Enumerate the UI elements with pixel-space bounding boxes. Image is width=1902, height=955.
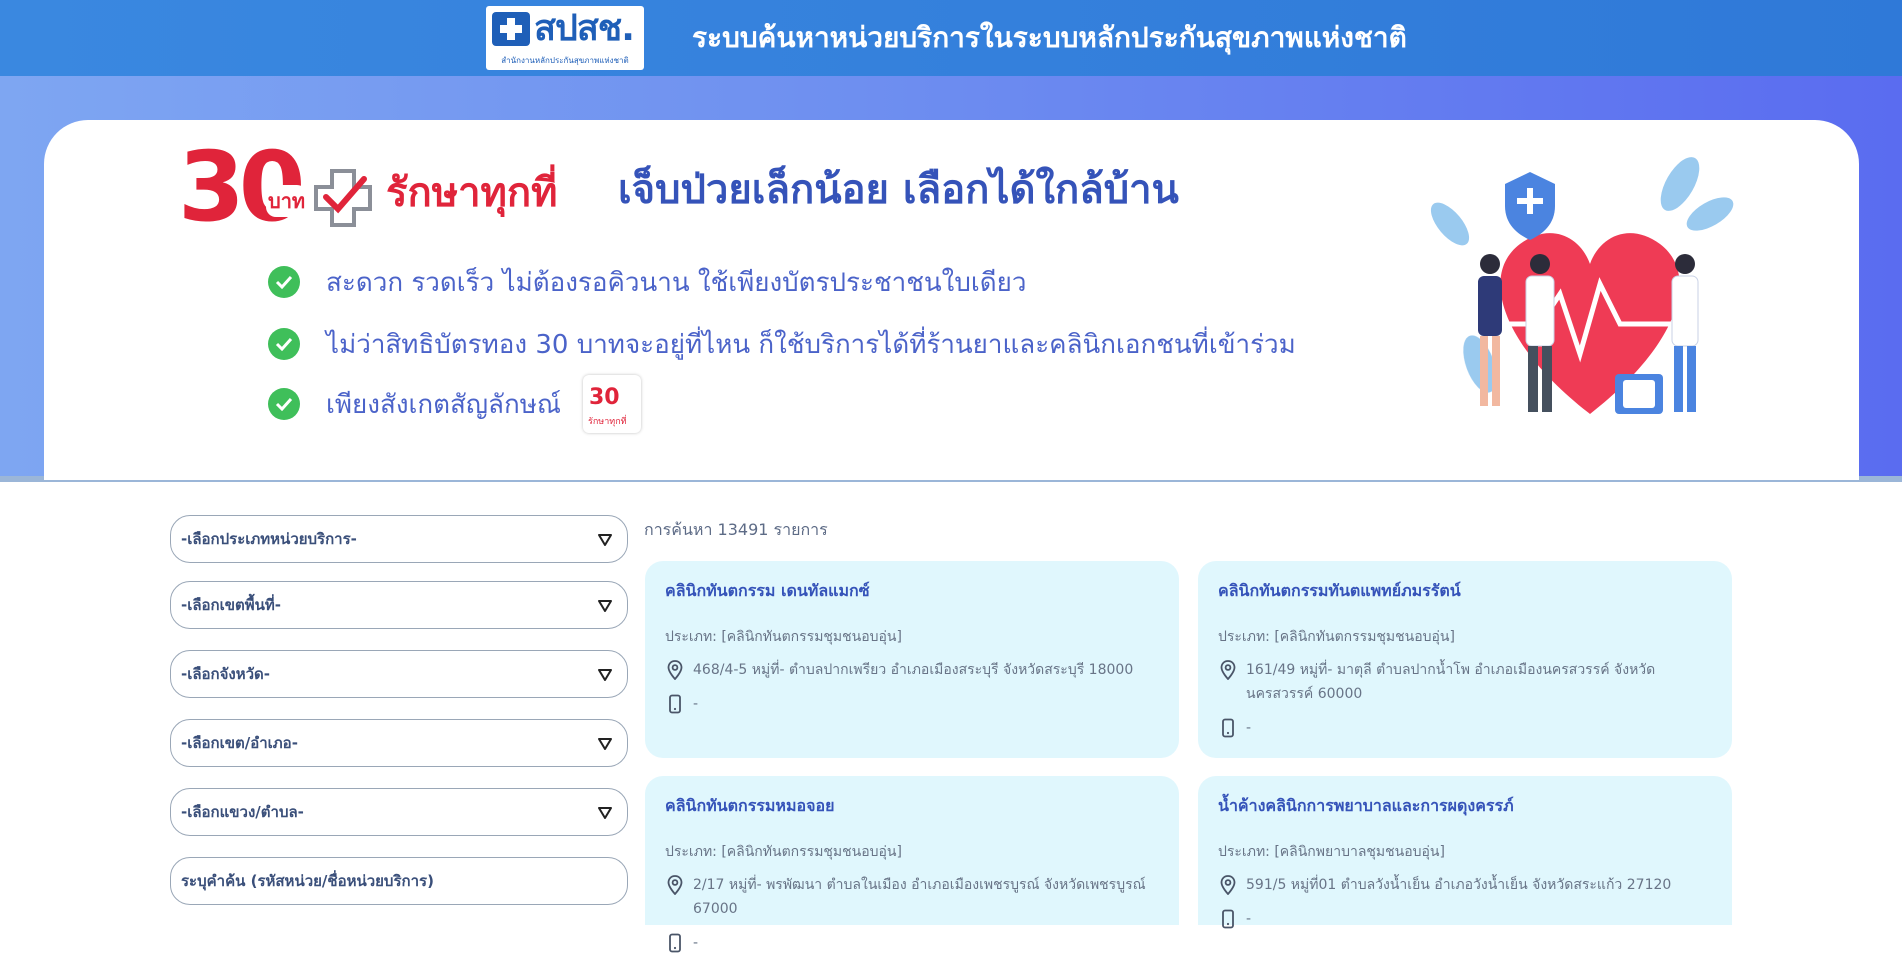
service-unit-type: ประเภท: [คลินิกพยาบาลชุมชนอบอุ่น] <box>1218 844 1445 860</box>
mini-logo-text: รักษาทุกที่ <box>588 417 627 427</box>
search-input[interactable]: ระบุคำค้น (รหัสหน่วย/ชื่อหน่วยบริการ) <box>170 857 628 905</box>
service-type-select[interactable]: -เลือกประเภทหน่วยบริการ- <box>170 515 628 563</box>
service-unit-name[interactable]: น้ำค้างคลินิกการพยาบาลและการผดุงครรภ์ <box>1218 794 1712 819</box>
caret-down-icon <box>598 669 612 681</box>
caret-down-icon <box>598 600 612 612</box>
service-unit-type: ประเภท: [คลินิกทันตกรรมชุมชนอบอุ่น] <box>1218 629 1455 645</box>
service-unit-phone-row: - <box>1218 716 1712 740</box>
service-unit-name[interactable]: คลินิกทันตกรรมหมอจอย <box>665 794 1159 819</box>
hero-bullet: เพียงสังเกตสัญลักษณ์ 30 รักษาทุกที่ <box>268 375 641 433</box>
service-unit-phone-row: - <box>665 931 1159 955</box>
service-unit-phone: - <box>1246 720 1252 736</box>
service-type-value: -เลือกประเภทหน่วยบริการ- <box>181 530 357 548</box>
result-count: การค้นหา 13491 รายการ <box>644 520 828 539</box>
nhso-logo[interactable]: สปสช. สำนักงานหลักประกันสุขภาพแห่งชาติ <box>486 6 644 70</box>
subdistrict-select[interactable]: -เลือกแขวง/ตำบล- <box>170 788 628 836</box>
service-unit-phone: - <box>1246 911 1252 927</box>
map-pin-icon <box>1220 875 1236 895</box>
map-pin-icon <box>667 660 683 680</box>
service-unit-type: ประเภท: [คลินิกทันตกรรมชุมชนอบอุ่น] <box>665 844 902 860</box>
page-title: ระบบค้นหาหน่วยบริการในระบบหลักประกันสุขภ… <box>692 21 1407 54</box>
zone-value: -เลือกเขตพื้นที่- <box>181 596 282 614</box>
service-unit-address-row: 468/4-5 หมู่ที่- ตำบลปากเพรียว อำเภอเมือ… <box>665 658 1159 682</box>
service-unit-name[interactable]: คลินิกทันตกรรมทันตแพทย์ภมรรัตน์ <box>1218 579 1712 604</box>
service-unit-card[interactable]: น้ำค้างคลินิกการพยาบาลและการผดุงครรภ์ ปร… <box>1198 776 1732 929</box>
brand-slogan: รักษาทุกที่ <box>386 170 558 216</box>
map-pin-icon <box>1220 660 1236 680</box>
subdistrict-value: -เลือกแขวง/ตำบล- <box>181 803 304 821</box>
service-unit-phone-row: - <box>1218 907 1712 931</box>
cross-check-icon <box>314 169 372 227</box>
service-unit-address: 161/49 หมู่ที่- มาตุลี ตำบลปากน้ำโพ อำเภ… <box>1246 662 1656 702</box>
service-unit-address-row: 2/17 หมู่ที่- พรพัฒนา ตำบลในเมือง อำเภอเ… <box>665 873 1159 921</box>
medical-cross-icon <box>492 12 530 46</box>
zone-select[interactable]: -เลือกเขตพื้นที่- <box>170 581 628 629</box>
caret-down-icon <box>598 807 612 819</box>
hero-bullet-text: เพียงสังเกตสัญลักษณ์ <box>326 389 561 420</box>
check-circle-icon <box>268 388 300 420</box>
service-unit-address: 2/17 หมู่ที่- พรพัฒนา ตำบลในเมือง อำเภอเ… <box>693 877 1146 917</box>
hero-bullet-text: สะดวก รวดเร็ว ไม่ต้องรอคิวนาน ใช้เพียงบั… <box>326 267 1027 298</box>
check-circle-icon <box>268 328 300 360</box>
service-unit-address-row: 591/5 หมู่ที่01 ตำบลวังน้ำเย็น อำเภอวังน… <box>1218 873 1712 897</box>
service-unit-address: 591/5 หมู่ที่01 ตำบลวังน้ำเย็น อำเภอวังน… <box>1246 877 1672 893</box>
caret-down-icon <box>598 738 612 750</box>
mobile-phone-icon <box>669 694 681 714</box>
service-unit-phone: - <box>693 696 699 712</box>
healthcare-illustration <box>1430 157 1734 414</box>
search-placeholder: ระบุคำค้น (รหัสหน่วย/ชื่อหน่วยบริการ) <box>181 872 434 890</box>
district-value: -เลือกเขต/อำเภอ- <box>181 734 298 752</box>
district-select[interactable]: -เลือกเขต/อำเภอ- <box>170 719 628 767</box>
hero-bullet: สะดวก รวดเร็ว ไม่ต้องรอคิวนาน ใช้เพียงบั… <box>268 262 1026 302</box>
service-unit-address: 468/4-5 หมู่ที่- ตำบลปากเพรียว อำเภอเมือ… <box>693 662 1134 678</box>
province-value: -เลือกจังหวัด- <box>181 665 271 683</box>
logo-text: สปสช. <box>534 8 635 49</box>
service-unit-card[interactable]: คลินิกทันตกรรม เดนทัลแมกซ์ ประเภท: [คลิน… <box>645 561 1179 758</box>
province-select[interactable]: -เลือกจังหวัด- <box>170 650 628 698</box>
mobile-phone-icon <box>669 933 681 953</box>
service-unit-type: ประเภท: [คลินิกทันตกรรมชุมชนอบอุ่น] <box>665 629 902 645</box>
mini-logo-number: 30 <box>589 385 620 410</box>
service-unit-card[interactable]: คลินิกทันตกรรมทันตแพทย์ภมรรัตน์ ประเภท: … <box>1198 561 1732 758</box>
mobile-phone-icon <box>1222 718 1234 738</box>
map-pin-icon <box>667 875 683 895</box>
check-circle-icon <box>268 266 300 298</box>
mini-30-baht-logo: 30 รักษาทุกที่ <box>583 375 641 433</box>
service-unit-card[interactable]: คลินิกทันตกรรมหมอจอย ประเภท: [คลินิกทันต… <box>645 776 1179 953</box>
service-unit-phone-row: - <box>665 692 1159 716</box>
caret-down-icon <box>598 534 612 546</box>
hero-bullet-text: ไม่ว่าสิทธิบัตรทอง 30 บาทจะอยู่ที่ไหน ก็… <box>326 329 1296 360</box>
top-header: สปสช. สำนักงานหลักประกันสุขภาพแห่งชาติ ร… <box>0 0 1902 76</box>
brand-30-baht-logo: 30 บาท รักษาทุกที่ <box>178 137 598 245</box>
hero-headline: เจ็บป่วยเล็กน้อย เลือกได้ใกล้บ้าน <box>618 167 1179 213</box>
logo-subtitle: สำนักงานหลักประกันสุขภาพแห่งชาติ <box>501 56 629 65</box>
hero-bullet: ไม่ว่าสิทธิบัตรทอง 30 บาทจะอยู่ที่ไหน ก็… <box>268 324 1296 364</box>
brand-unit: บาท <box>266 185 308 217</box>
mobile-phone-icon <box>1222 909 1234 929</box>
service-unit-address-row: 161/49 หมู่ที่- มาตุลี ตำบลปากน้ำโพ อำเภ… <box>1218 658 1712 706</box>
service-unit-name[interactable]: คลินิกทันตกรรม เดนทัลแมกซ์ <box>665 579 1159 604</box>
service-unit-phone: - <box>693 935 699 951</box>
